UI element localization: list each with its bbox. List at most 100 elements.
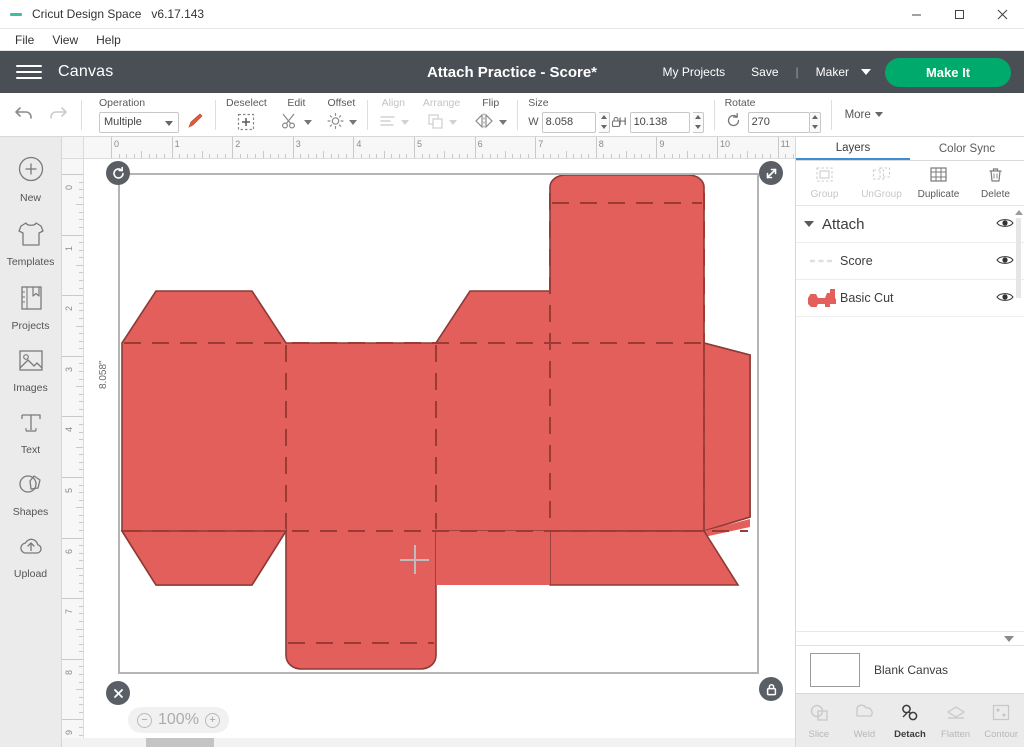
sidebar-item-templates[interactable]: Templates	[0, 211, 61, 275]
ruler-major-tick	[62, 477, 84, 478]
contour-button[interactable]: Contour	[978, 694, 1024, 747]
pencil-color-icon[interactable]	[185, 111, 205, 134]
hamburger-menu-icon[interactable]	[0, 65, 58, 79]
delete-button[interactable]: Delete	[967, 161, 1024, 205]
menu-item-file[interactable]: File	[6, 31, 43, 49]
rotate-control: Rotate	[718, 97, 828, 133]
close-handle-icon[interactable]	[106, 681, 130, 705]
my-projects-link[interactable]: My Projects	[649, 65, 738, 79]
sidebar-item-projects[interactable]: Projects	[0, 275, 61, 339]
scroll-up-arrow-icon[interactable]	[1015, 210, 1023, 215]
undo-icon[interactable]	[14, 104, 34, 125]
chevron-down-icon[interactable]	[861, 69, 871, 75]
layers-scrollbar[interactable]	[1015, 210, 1022, 302]
group-button[interactable]: Group	[796, 161, 853, 205]
offset-icon[interactable]	[326, 112, 346, 133]
height-stepper[interactable]	[693, 112, 704, 133]
ruler-tick-label: 7	[538, 139, 543, 149]
flatten-button[interactable]: Flatten	[933, 694, 979, 747]
layers-scrollbar-track[interactable]	[1016, 218, 1021, 298]
edit-control[interactable]: Edit	[274, 97, 319, 133]
toolbar-divider	[367, 100, 368, 130]
align-control[interactable]: Align	[371, 97, 416, 133]
minimize-button[interactable]	[895, 0, 938, 29]
height-input[interactable]	[630, 112, 690, 133]
chevron-down-icon[interactable]	[304, 120, 312, 125]
eye-icon[interactable]	[996, 254, 1014, 269]
slice-button[interactable]: Slice	[796, 694, 842, 747]
offset-control[interactable]: Offset	[319, 97, 364, 133]
rotate-stepper[interactable]	[810, 112, 821, 133]
ungroup-button[interactable]: UnGroup	[853, 161, 910, 205]
horizontal-ruler[interactable]: 01234567891011	[84, 137, 795, 159]
vertical-ruler[interactable]: 0123456789	[62, 159, 84, 747]
edit-scissors-icon[interactable]	[281, 112, 301, 133]
sidebar-item-text[interactable]: Text	[0, 401, 61, 463]
tab-layers[interactable]: Layers	[796, 137, 910, 160]
zoom-out-button[interactable]: −	[137, 713, 152, 728]
contour-label: Contour	[984, 729, 1018, 740]
sidebar-item-shapes[interactable]: Shapes	[0, 463, 61, 525]
panel-collapse-toggle[interactable]	[796, 631, 1024, 645]
width-input[interactable]	[542, 112, 596, 133]
chevron-down-icon[interactable]	[499, 120, 507, 125]
make-it-button[interactable]: Make It	[885, 58, 1011, 87]
canvas-background-row[interactable]: Blank Canvas	[796, 645, 1024, 693]
canvas-color-swatch[interactable]	[810, 653, 860, 687]
flip-icon[interactable]	[474, 112, 496, 133]
close-button[interactable]	[981, 0, 1024, 29]
detach-button[interactable]: Detach	[887, 694, 933, 747]
ruler-minor-tick	[550, 154, 551, 159]
weld-button[interactable]: Weld	[842, 694, 888, 747]
canvas-board[interactable]: 8.058"	[84, 159, 795, 747]
horizontal-scrollbar-thumb[interactable]	[146, 738, 214, 747]
rotate-handle-icon[interactable]	[106, 161, 130, 185]
ruler-minor-tick	[603, 154, 604, 159]
layer-row-basic-cut[interactable]: Basic Cut	[796, 280, 1024, 317]
deselect-control[interactable]: Deselect	[219, 97, 274, 133]
layer-row-score[interactable]: Score	[796, 243, 1024, 280]
menu-item-view[interactable]: View	[43, 31, 87, 49]
align-icon[interactable]	[378, 112, 398, 133]
more-button[interactable]: More	[835, 109, 893, 121]
chevron-down-icon[interactable]	[449, 120, 457, 125]
eye-icon[interactable]	[996, 216, 1014, 233]
ruler-tick-label: 2	[64, 306, 74, 311]
chevron-down-icon[interactable]	[401, 120, 409, 125]
chevron-down-icon[interactable]	[349, 120, 357, 125]
sidebar-item-new[interactable]: New	[0, 145, 61, 211]
deselect-icon[interactable]	[236, 112, 256, 133]
ruler-major-tick	[62, 538, 84, 539]
save-button[interactable]: Save	[738, 65, 791, 79]
arrange-control[interactable]: Arrange	[416, 97, 467, 133]
rotate-icon[interactable]	[725, 112, 742, 132]
maximize-button[interactable]	[938, 0, 981, 29]
layer-row-attach[interactable]: Attach	[796, 206, 1024, 243]
ruler-minor-tick	[709, 154, 710, 159]
rotate-input[interactable]	[748, 112, 810, 133]
ruler-minor-tick	[79, 553, 84, 554]
operation-select[interactable]: Multiple	[99, 112, 179, 133]
zoom-in-button[interactable]: +	[205, 713, 220, 728]
horizontal-scrollbar[interactable]	[62, 738, 795, 747]
ruler-major-tick	[62, 598, 84, 599]
lock-aspect-ratio-icon[interactable]	[609, 115, 622, 131]
ruler-minor-tick	[79, 621, 84, 622]
width-stepper[interactable]	[599, 112, 610, 133]
lock-handle-icon[interactable]	[759, 677, 783, 701]
tab-color-sync[interactable]: Color Sync	[910, 137, 1024, 160]
ruler-tick-label: 6	[64, 549, 74, 554]
sidebar-item-images[interactable]: Images	[0, 339, 61, 401]
sidebar-item-upload[interactable]: Upload	[0, 525, 61, 587]
eye-icon[interactable]	[996, 291, 1014, 306]
box-template-artwork[interactable]	[120, 175, 757, 672]
chevron-down-icon[interactable]	[804, 221, 814, 227]
arrange-icon[interactable]	[426, 112, 446, 133]
machine-selector[interactable]: Maker	[803, 65, 855, 79]
menu-item-help[interactable]: Help	[87, 31, 130, 49]
redo-icon[interactable]	[48, 104, 68, 125]
resize-handle-icon[interactable]	[759, 161, 783, 185]
offset-label: Offset	[327, 97, 355, 109]
flip-control[interactable]: Flip	[467, 97, 514, 133]
duplicate-button[interactable]: Duplicate	[910, 161, 967, 205]
